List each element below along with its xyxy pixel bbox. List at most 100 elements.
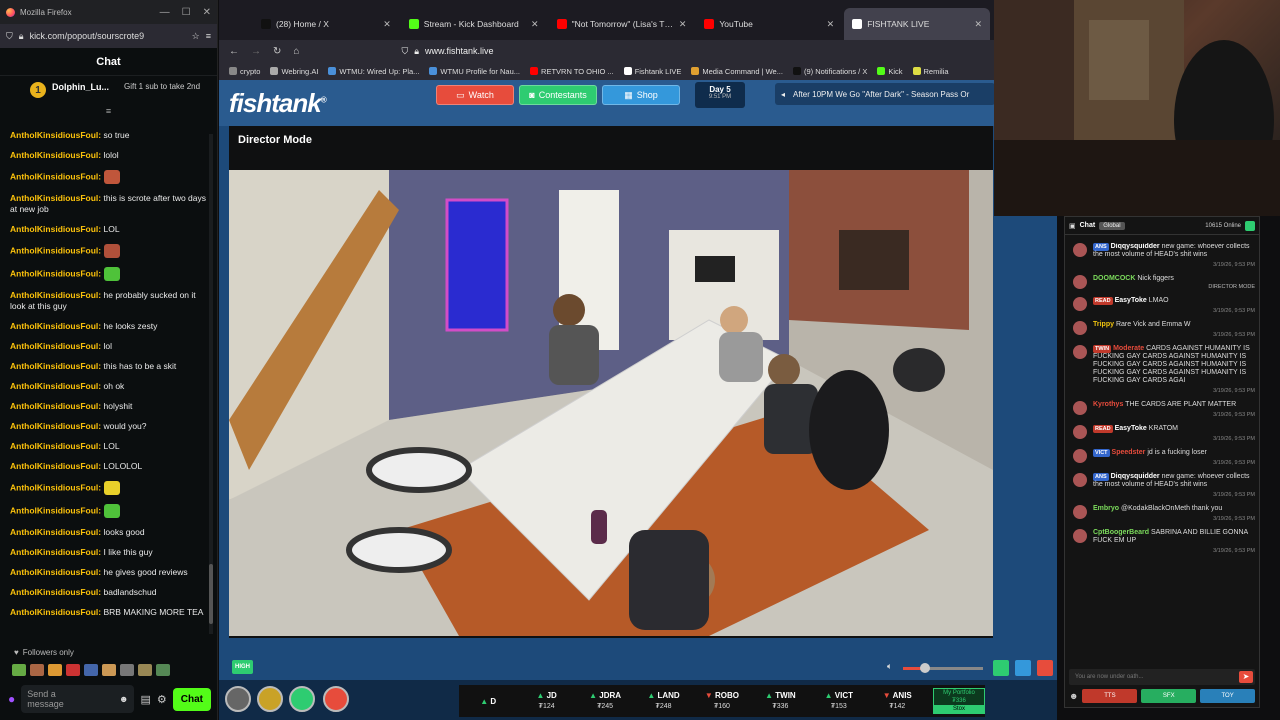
chat-message[interactable]: AntholKinsidiousFoul: holyshit	[10, 401, 206, 412]
pinned-gift-banner[interactable]: 1 Dolphin_Lu... Gift 1 sub to take 2nd	[0, 76, 217, 108]
emote-icon[interactable]	[30, 664, 44, 676]
emote-icon[interactable]	[120, 664, 134, 676]
avatar[interactable]	[1073, 297, 1087, 311]
chat-emote-icon[interactable]	[103, 504, 120, 518]
fishtank-chat-message[interactable]: READ EasyToke KRATOM 3/19/26, 9:53 PM	[1069, 425, 1255, 443]
chat-message[interactable]: AntholKinsidiousFoul: he gives good revi…	[10, 567, 206, 578]
fishtank-chat-message[interactable]: TWIN Moderate CARDS AGAINST HUMANITY IS F…	[1069, 345, 1255, 395]
fishtank-chat-message[interactable]: ANS Diqqysquidder new game: whoever colle…	[1069, 473, 1255, 499]
fullscreen-icon[interactable]	[1015, 660, 1031, 676]
emoji-icon[interactable]: ☻	[1069, 691, 1078, 701]
emote-icon[interactable]	[102, 664, 116, 676]
chat-username[interactable]: AntholKinsidiousFoul:	[10, 171, 101, 181]
ticker-back-icon[interactable]: ◂	[781, 90, 785, 99]
close-icon[interactable]: ✕	[203, 7, 211, 18]
chat-message[interactable]: AntholKinsidiousFoul: this has to be a s…	[10, 361, 206, 372]
chat-username[interactable]: AntholKinsidiousFoul:	[10, 341, 101, 351]
fishtank-chat-message[interactable]: ANS Diqqysquidder new game: whoever colle…	[1069, 243, 1255, 269]
live-camera-feed[interactable]	[229, 170, 993, 636]
settings-gear-icon[interactable]	[225, 686, 251, 712]
avatar[interactable]	[1073, 275, 1087, 289]
tab-close-icon[interactable]: ✕	[974, 19, 982, 30]
popout-url[interactable]: kick.com/popout/sourscrote9	[30, 31, 186, 41]
chat-username[interactable]: AntholKinsidiousFoul:	[10, 401, 101, 411]
emote-icon[interactable]	[12, 664, 26, 676]
bookmark-item[interactable]: Fishtank LIVE	[623, 67, 681, 76]
coin-icon[interactable]	[257, 686, 283, 712]
chat-message[interactable]: AntholKinsidiousFoul:	[10, 481, 206, 495]
chat-username[interactable]: AntholKinsidiousFoul:	[10, 607, 101, 617]
bookmark-item[interactable]: Kick	[877, 67, 903, 76]
home-icon[interactable]: ⌂	[293, 46, 299, 57]
emote-icon[interactable]	[156, 664, 170, 676]
address-bar[interactable]: ⛉ 🔒︎ www.fishtank.live	[401, 46, 493, 57]
chat-tab[interactable]: Chat	[1080, 222, 1096, 229]
avatar[interactable]	[1073, 449, 1087, 463]
fishtank-chat-message[interactable]: Embryo @KodakBlackOnMeth thank you 3/19/2…	[1069, 505, 1255, 523]
mail-icon[interactable]	[323, 686, 349, 712]
chat-scrollbar[interactable]	[209, 134, 213, 634]
store-icon[interactable]: ▤	[140, 693, 150, 706]
chat-username[interactable]: AntholKinsidiousFoul:	[10, 482, 101, 492]
avatar[interactable]	[1073, 529, 1087, 543]
bookmark-item[interactable]: Webring.AI	[270, 67, 318, 76]
fishtank-username[interactable]: Speedster	[1112, 449, 1146, 456]
avatar[interactable]	[1073, 473, 1087, 487]
fishtank-username[interactable]: EasyToke	[1115, 297, 1147, 304]
chat-message[interactable]: AntholKinsidiousFoul: he looks zesty	[10, 321, 206, 332]
shield-icon[interactable]: ⛉	[6, 31, 13, 42]
settings-gear-icon[interactable]: ⚙	[157, 693, 167, 706]
bookmark-star-icon[interactable]: ☆	[192, 31, 200, 42]
scroll-thumb[interactable]	[209, 564, 213, 624]
chat-username[interactable]: AntholKinsidiousFoul:	[10, 421, 101, 431]
pinned-username[interactable]: Dolphin_Lu...	[52, 82, 109, 92]
stock-ticker-item[interactable]: ▲ JD ₮124	[517, 690, 575, 712]
mic-icon[interactable]: ●	[8, 692, 15, 706]
bookmark-item[interactable]: WTMU: Wired Up: Pla...	[328, 67, 419, 76]
clips-icon[interactable]	[993, 660, 1009, 676]
chat-message[interactable]: AntholKinsidiousFoul: lolol	[10, 150, 206, 161]
bookmark-item[interactable]: crypto	[229, 67, 260, 76]
fishtank-chat-message[interactable]: Trippy Rare Vick and Emma W 3/19/26, 9:53…	[1069, 321, 1255, 339]
bookmark-item[interactable]: WTMU Profile for Nau...	[429, 67, 520, 76]
chat-message[interactable]: AntholKinsidiousFoul:	[10, 244, 206, 258]
fishtank-username[interactable]: CptBoogerBeard	[1093, 529, 1149, 536]
emote-icon[interactable]	[84, 664, 98, 676]
chat-message[interactable]: AntholKinsidiousFoul:	[10, 504, 206, 518]
emote-icon[interactable]	[138, 664, 152, 676]
portfolio-widget[interactable]: My Portfolio ₮336 Stox	[933, 688, 985, 714]
shield-icon[interactable]: ⛉	[401, 46, 408, 57]
tab-close-icon[interactable]: ✕	[531, 19, 539, 30]
chat-username[interactable]: AntholKinsidiousFoul:	[10, 150, 101, 160]
fishtank-chat-message[interactable]: Kyrothys THE CARDS ARE PLANT MATTER 3/19/…	[1069, 401, 1255, 419]
stock-ticker-item[interactable]: ▲ LAND ₮248	[634, 690, 692, 712]
avatar[interactable]	[1073, 345, 1087, 359]
address-text[interactable]: www.fishtank.live	[425, 46, 494, 56]
browser-tab[interactable]: YouTube ✕	[696, 8, 842, 40]
fishtank-chat-message[interactable]: READ EasyToke LMAO 3/19/26, 9:53 PM	[1069, 297, 1255, 315]
chat-emote-icon[interactable]	[103, 244, 120, 258]
avatar[interactable]	[1073, 243, 1087, 257]
browser-tab[interactable]: Stream - Kick Dashboard ✕	[401, 8, 547, 40]
chat-username[interactable]: AntholKinsidiousFoul:	[10, 245, 101, 255]
bookmark-item[interactable]: (9) Notifications / X	[792, 67, 867, 76]
fishtank-logo[interactable]: fishtank®	[229, 88, 327, 119]
chat-settings-icon[interactable]	[1245, 220, 1255, 231]
chat-username[interactable]: AntholKinsidiousFoul:	[10, 361, 101, 371]
fishtank-username[interactable]: Trippy	[1093, 321, 1114, 328]
chat-action-button[interactable]: TTS	[1082, 689, 1138, 703]
quality-badge[interactable]: HIGH	[232, 660, 253, 674]
shop-button[interactable]: ▦ Shop	[602, 85, 680, 105]
fishtank-chat-input[interactable]: You are now under oath... ➤	[1069, 669, 1255, 685]
chat-username[interactable]: AntholKinsidiousFoul:	[10, 321, 101, 331]
stock-ticker-item[interactable]: ▲ JDRA ₮245	[576, 690, 634, 712]
fishtank-username[interactable]: Kyrothys	[1093, 401, 1123, 408]
maximize-icon[interactable]: ☐	[182, 7, 191, 18]
browser-tab[interactable]: "Not Tomorrow" (Lisa's Theme) ✕	[549, 8, 695, 40]
bookmark-item[interactable]: RETVRN TO OHIO ...	[530, 67, 614, 76]
chat-username[interactable]: AntholKinsidiousFoul:	[10, 224, 101, 234]
browser-tab[interactable]: FISHTANK LIVE ✕	[844, 8, 990, 40]
stock-ticker-item[interactable]: ▼ ROBO ₮160	[693, 690, 751, 712]
message-input[interactable]: Send a message ☻	[21, 685, 135, 713]
chat-message[interactable]: AntholKinsidiousFoul: would you?	[10, 421, 206, 432]
